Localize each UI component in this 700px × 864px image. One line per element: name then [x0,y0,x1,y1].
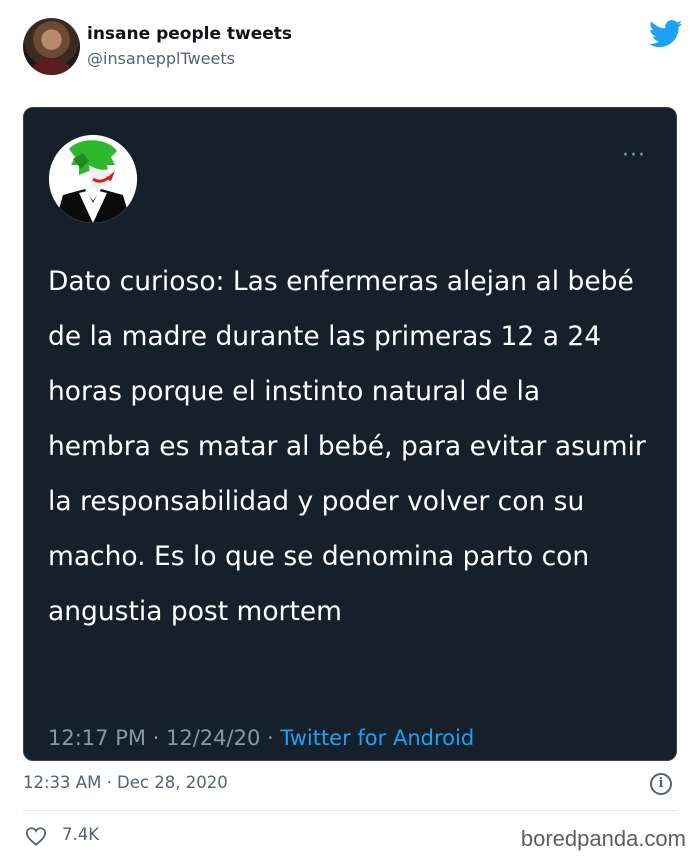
like-count[interactable]: 7.4K [62,825,99,844]
author-handle[interactable]: @insanepplTweets [87,49,235,68]
info-icon[interactable]: i [650,773,672,795]
joker-avatar [49,135,137,223]
divider [23,810,677,811]
embedded-time-date: 12:17 PM · 12/24/20 · [48,726,281,750]
more-icon: ··· [622,143,646,168]
twitter-bird-icon[interactable] [649,20,683,48]
watermark: boredpanda.com [520,826,686,851]
tweet-timestamp[interactable]: 12:33 AM · Dec 28, 2020 [23,773,228,792]
author-name[interactable]: insane people tweets [87,24,292,44]
embedded-source: Twitter for Android [280,726,475,750]
tweet-header: insane people tweets @insanepplTweets [23,18,683,78]
avatar[interactable] [23,18,80,75]
embedded-tweet-meta: 12:17 PM · 12/24/20 · Twitter for Androi… [48,726,474,750]
avatar-shirt [31,58,72,75]
embedded-tweet-screenshot: ··· Dato curioso: Las enfermeras alejan … [23,107,677,761]
embedded-tweet-text: Dato curioso: Las enfermeras alejan al b… [48,266,646,627]
heart-icon[interactable] [25,826,47,846]
joker-avatar-art [49,135,137,223]
